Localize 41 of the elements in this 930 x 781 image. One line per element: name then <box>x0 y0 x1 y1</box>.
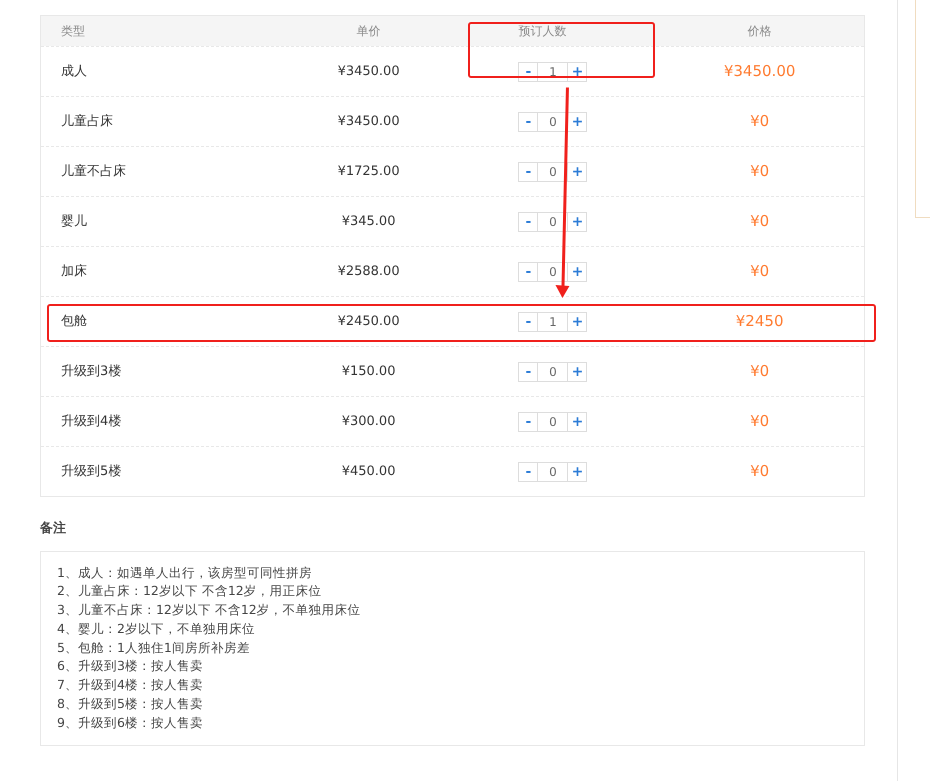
type-label: 升级到3楼 <box>61 362 122 381</box>
price: ¥0 <box>750 211 770 232</box>
unit-price: ¥3450.00 <box>338 62 400 81</box>
price: ¥0 <box>750 361 770 382</box>
unit-price: ¥450.00 <box>342 462 396 481</box>
note-line: 9、升级到6楼：按人售卖 <box>57 714 204 732</box>
price: ¥2450 <box>736 311 784 332</box>
column-header: 价格 <box>748 23 772 40</box>
type-label: 儿童不占床 <box>61 162 126 181</box>
price: ¥0 <box>750 111 770 132</box>
column-header: 预订人数 <box>518 23 566 40</box>
unit-price: ¥300.00 <box>342 412 396 431</box>
note-line: 8、升级到5楼：按人售卖 <box>57 695 204 714</box>
notes-title: 备注 <box>40 520 67 538</box>
note-line: 6、升级到3楼：按人售卖 <box>57 657 204 676</box>
unit-price: ¥150.00 <box>342 362 396 381</box>
type-label: 升级到5楼 <box>61 462 122 481</box>
price: ¥0 <box>750 261 770 282</box>
note-line: 2、儿童占床：12岁以下 不含12岁，用正床位 <box>57 582 323 600</box>
note-line: 7、升级到4楼：按人售卖 <box>57 676 204 694</box>
unit-price: ¥345.00 <box>342 212 396 231</box>
column-header: 单价 <box>356 23 381 40</box>
unit-price: ¥1725.00 <box>338 162 400 181</box>
price: ¥0 <box>750 411 770 432</box>
type-label: 加床 <box>61 262 87 281</box>
type-label: 包舱 <box>61 312 87 331</box>
column-header: 类型 <box>61 23 85 40</box>
note-line: 5、包舱：1人独住1间房所补房差 <box>57 638 251 657</box>
note-line: 4、婴儿：2岁以下，不单独用床位 <box>57 620 256 638</box>
type-label: 婴儿 <box>61 212 87 231</box>
unit-price: ¥2588.00 <box>338 262 400 281</box>
price: ¥0 <box>750 461 770 482</box>
price: ¥0 <box>750 161 770 182</box>
type-label: 升级到4楼 <box>61 412 122 431</box>
unit-price: ¥3450.00 <box>338 112 400 131</box>
note-line: 3、儿童不占床：12岁以下 不含12岁，不单独用床位 <box>57 601 362 620</box>
type-label: 儿童占床 <box>61 112 113 131</box>
price: ¥3450.00 <box>724 61 796 82</box>
unit-price: ¥2450.00 <box>338 312 400 331</box>
note-line: 1、成人：如遇单人出行，该房型可同性拼房 <box>57 564 313 582</box>
type-label: 成人 <box>61 62 87 81</box>
